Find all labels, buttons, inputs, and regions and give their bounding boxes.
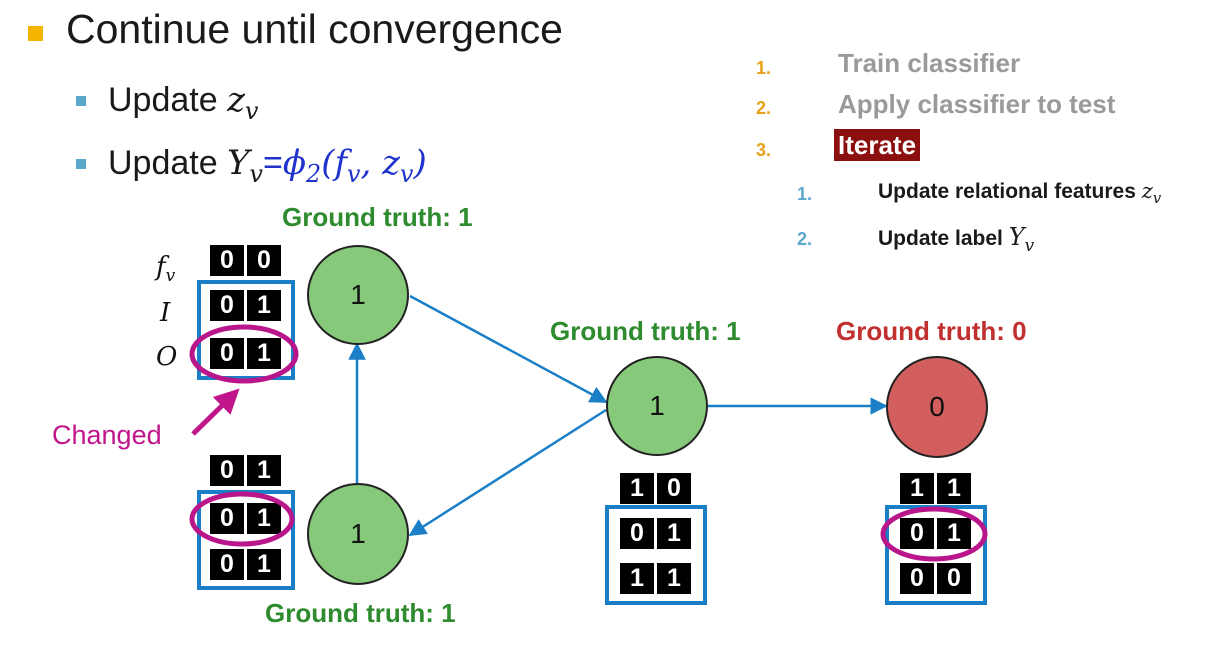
highlight-bottom-left-i: [189, 491, 295, 547]
highlight-ellipses: [189, 324, 988, 562]
changed-label: Changed: [52, 420, 162, 450]
highlight-top-left-o: [189, 324, 299, 384]
highlight-right-i: [880, 506, 988, 562]
